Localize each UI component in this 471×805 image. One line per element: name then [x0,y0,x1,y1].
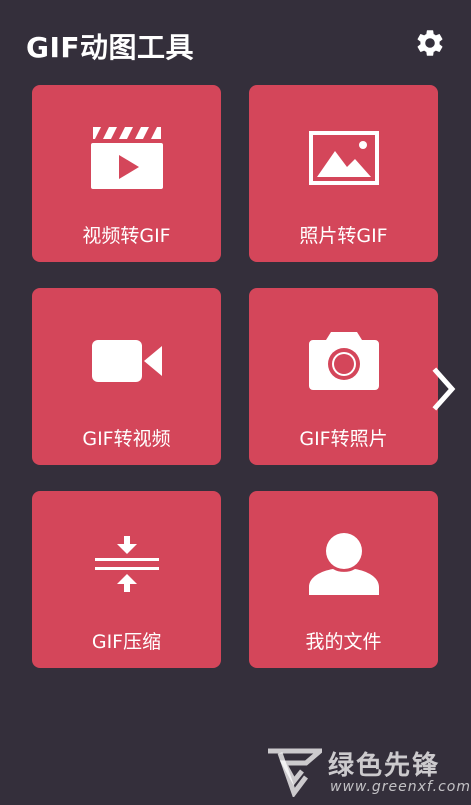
user-icon [308,533,379,595]
tile-video-to-gif[interactable]: 视频转GIF [32,85,221,262]
tile-label: 照片转GIF [299,225,388,247]
tile-label: GIF转视频 [82,428,171,450]
watermark-url: www.greenxf.com [330,779,471,795]
tile-label: GIF转照片 [299,428,388,450]
camera-icon [308,332,379,390]
watermark-logo-icon [268,748,322,797]
tile-label: GIF压缩 [91,631,162,653]
video-camera-icon [91,340,162,382]
tile-gif-to-photo[interactable]: GIF转照片 [249,288,438,465]
tile-photo-to-gif[interactable]: 照片转GIF [249,85,438,262]
film-clapper-icon [90,127,163,189]
tile-label: 我的文件 [305,631,382,653]
watermark: 绿色先锋 www.greenxf.com [266,745,470,800]
tile-gif-compress[interactable]: GIF压缩 [32,491,221,668]
gear-icon[interactable] [414,27,446,59]
tile-my-files[interactable]: 我的文件 [249,491,438,668]
chevron-right-icon[interactable] [428,367,458,411]
app-title: GIF动图工具 [26,31,195,64]
picture-icon [308,131,379,185]
app-header: GIF动图工具 [0,0,471,86]
compress-icon [94,536,159,592]
tile-label: 视频转GIF [82,225,171,247]
watermark-title: 绿色先锋 [328,751,441,781]
tile-gif-to-video[interactable]: GIF转视频 [32,288,221,465]
